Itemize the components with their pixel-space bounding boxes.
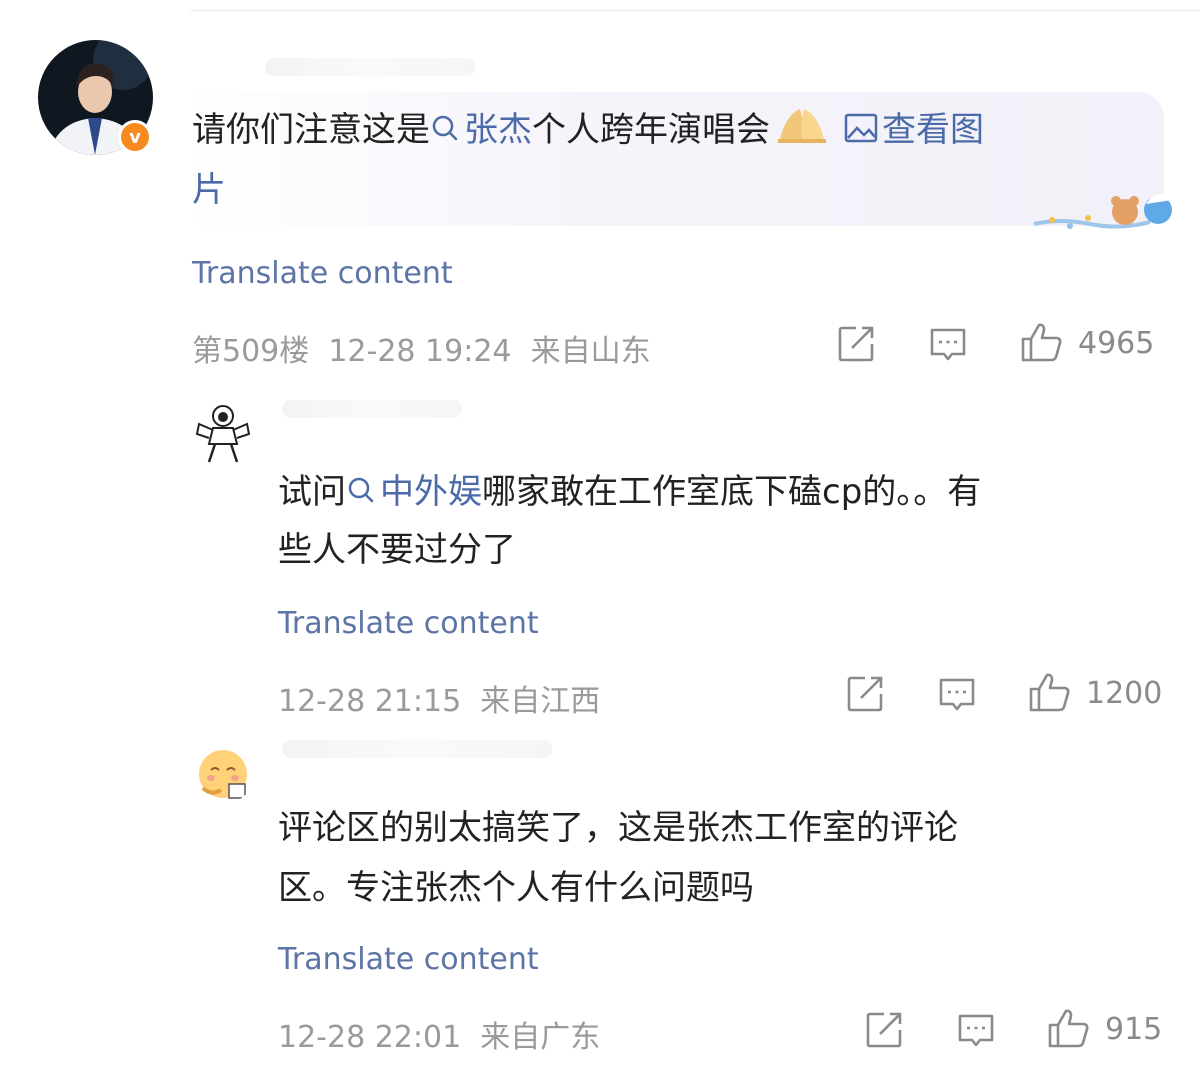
search-icon	[346, 475, 376, 505]
divider	[190, 10, 1200, 11]
comment-meta: 12-28 22:01 来自广东	[278, 1020, 601, 1055]
view-image-link-tail[interactable]: 片	[192, 160, 226, 220]
like-count: 915	[1105, 1012, 1163, 1047]
praying-hands-emoji	[774, 104, 830, 164]
username[interactable]	[282, 740, 552, 758]
topic-link[interactable]: 中外娱	[346, 472, 482, 512]
comment-text: 试问 中外娱哪家敢在工作室底下磕cp的。。有	[278, 472, 982, 512]
comment-meta: 第509楼 12-28 19:24 来自山东	[192, 334, 651, 369]
username[interactable]	[282, 400, 462, 418]
comment-meta: 12-28 21:15 来自江西	[278, 684, 601, 719]
comment-text-line2: 区。专注张杰个人有什么问题吗	[278, 868, 754, 908]
like-icon[interactable]	[1020, 321, 1064, 363]
share-icon[interactable]	[845, 674, 885, 714]
translate-link[interactable]: Translate content	[278, 942, 539, 977]
avatar[interactable]	[191, 402, 255, 466]
verified-badge: v	[118, 120, 152, 154]
comment-text: 评论区的别太搞笑了，这是张杰工作室的评论	[278, 808, 958, 848]
comment-icon[interactable]	[928, 324, 968, 364]
like-icon[interactable]	[1047, 1007, 1091, 1049]
share-icon[interactable]	[836, 324, 876, 364]
comment-text-line2: 些人不要过分了	[278, 530, 516, 570]
view-image-link[interactable]: 查看图	[844, 110, 984, 150]
username[interactable]	[265, 58, 475, 76]
search-icon	[430, 113, 460, 143]
like-icon[interactable]	[1028, 671, 1072, 713]
bubble-decoration	[1030, 182, 1180, 238]
comment-text: 请你们注意这是 张杰个人跨年演唱会 查看图	[192, 100, 1172, 164]
image-icon	[844, 112, 878, 144]
topic-link[interactable]: 张杰	[430, 110, 532, 150]
share-icon[interactable]	[864, 1010, 904, 1050]
translate-link[interactable]: Translate content	[278, 606, 539, 641]
avatar[interactable]	[191, 740, 255, 804]
comment-icon[interactable]	[956, 1010, 996, 1050]
like-count: 1200	[1086, 676, 1163, 711]
translate-link[interactable]: Translate content	[192, 256, 453, 291]
comment-icon[interactable]	[937, 674, 977, 714]
like-count: 4965	[1078, 326, 1155, 361]
